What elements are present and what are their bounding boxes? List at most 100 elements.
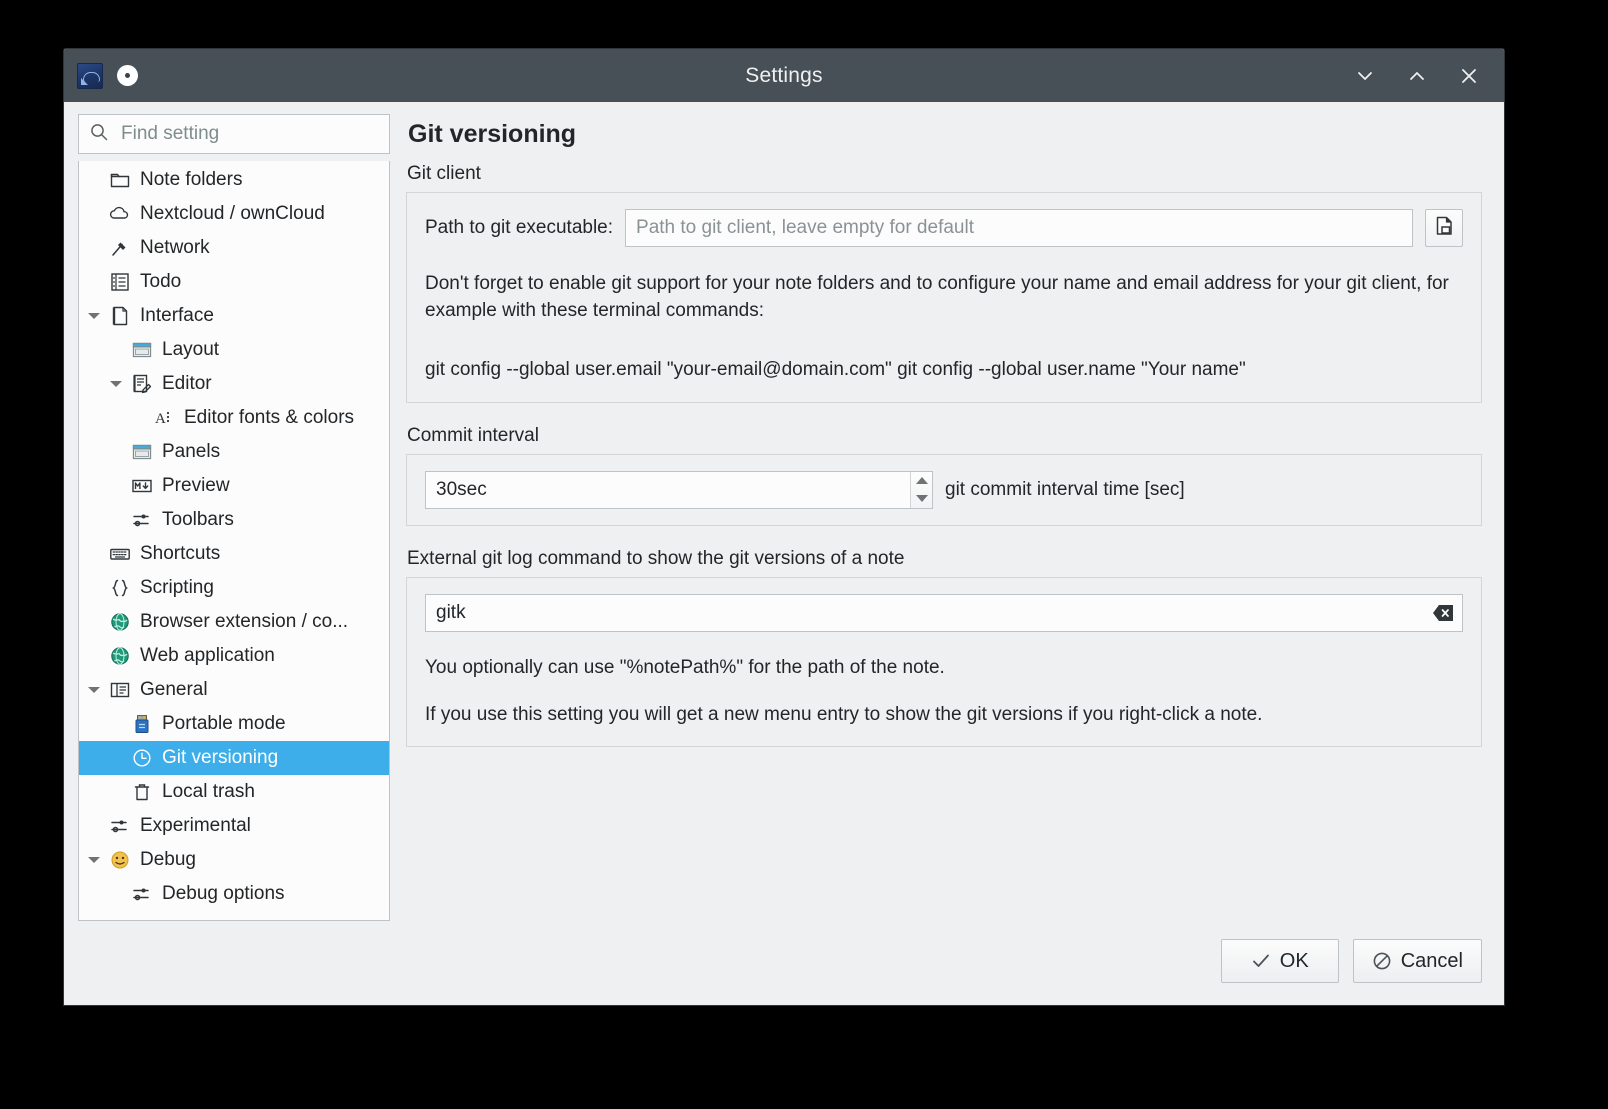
sidebar-item-layout[interactable]: Layout — [79, 333, 389, 367]
clock-icon — [127, 747, 157, 769]
git-log-command-group: External git log command to show the git… — [406, 548, 1482, 747]
git-client-group: Git client Path to git executable: — [406, 163, 1482, 403]
sidebar-item-debug-options[interactable]: Debug options — [79, 877, 389, 911]
git-client-frame: Path to git executable: — [406, 192, 1482, 403]
sidebar-item-label: Editor fonts & colors — [179, 407, 354, 429]
general-panel-icon — [105, 679, 135, 701]
git-log-help-line-2: If you use this setting you will get a n… — [425, 704, 1463, 726]
chevron-down-icon[interactable] — [83, 313, 105, 319]
page-icon — [105, 305, 135, 327]
sidebar-item-label: Portable mode — [157, 713, 286, 735]
close-button[interactable] — [1452, 59, 1486, 93]
search-field-container[interactable] — [78, 114, 390, 154]
check-icon — [1251, 951, 1271, 971]
app-logo-icon — [77, 63, 103, 89]
sidebar-item-label: Interface — [135, 305, 214, 327]
window-icon — [127, 339, 157, 361]
commit-interval-group-title: Commit interval — [407, 425, 1482, 447]
sidebar-item-label: Scripting — [135, 577, 214, 599]
sidebar-item-label: Debug — [135, 849, 196, 871]
globe-icon — [105, 611, 135, 633]
font-a-icon: A — [149, 407, 179, 429]
sidebar-item-panels[interactable]: Panels — [79, 435, 389, 469]
sidebar-item-note-folders[interactable]: Note folders — [79, 163, 389, 197]
sidebar-item-label: Toolbars — [157, 509, 234, 531]
clear-text-icon[interactable] — [1432, 604, 1454, 622]
sidebar-item-editor[interactable]: Editor — [79, 367, 389, 401]
titlebar-left-icons — [64, 63, 138, 89]
cancel-button[interactable]: Cancel — [1353, 939, 1482, 983]
git-log-help-line-1: You optionally can use "%notePath%" for … — [425, 657, 1463, 679]
sidebar-item-local-trash[interactable]: Local trash — [79, 775, 389, 809]
settings-main-pane: Git versioning Git client Path to git ex… — [406, 114, 1490, 921]
sidebar-item-portable-mode[interactable]: Portable mode — [79, 707, 389, 741]
sidebar-item-browser-extension-co[interactable]: Browser extension / co... — [79, 605, 389, 639]
sidebar-item-label: Shortcuts — [135, 543, 220, 565]
git-path-input[interactable] — [625, 209, 1413, 247]
sidebar-item-label: Git versioning — [157, 747, 278, 769]
window-controls — [1348, 59, 1504, 93]
sliders-icon — [127, 883, 157, 905]
ok-button[interactable]: OK — [1221, 939, 1339, 983]
cloud-icon — [105, 203, 135, 225]
sidebar-item-web-application[interactable]: Web application — [79, 639, 389, 673]
chevron-down-icon[interactable] — [105, 381, 127, 387]
sidebar-item-git-versioning[interactable]: Git versioning — [79, 741, 389, 775]
braces-icon — [105, 577, 135, 599]
git-client-group-title: Git client — [407, 163, 1482, 185]
spinbox-down-button[interactable] — [911, 490, 932, 508]
maximize-button[interactable] — [1400, 59, 1434, 93]
commit-interval-frame: git commit interval time [sec] — [406, 454, 1482, 526]
sidebar-item-label: Web application — [135, 645, 275, 667]
sidebar-item-toolbars[interactable]: Toolbars — [79, 503, 389, 537]
spinbox-up-button[interactable] — [911, 472, 932, 490]
sidebar-item-label: Preview — [157, 475, 230, 497]
sidebar-item-interface[interactable]: Interface — [79, 299, 389, 333]
chevron-down-icon[interactable] — [83, 687, 105, 693]
file-open-icon-button[interactable] — [1425, 209, 1463, 247]
sidebar-item-label: Layout — [157, 339, 219, 361]
sidebar-item-todo[interactable]: Todo — [79, 265, 389, 299]
cancel-button-label: Cancel — [1401, 950, 1463, 973]
settings-tree[interactable]: Note foldersNextcloud / ownCloud Network T… — [78, 161, 390, 921]
todo-list-icon — [105, 271, 135, 293]
sidebar-item-label: Browser extension / co... — [135, 611, 348, 633]
folder-icon — [105, 169, 135, 191]
git-client-hint-text: Don't forget to enable git support for y… — [425, 271, 1463, 325]
commit-interval-input[interactable] — [426, 472, 910, 508]
sidebar-item-general[interactable]: General — [79, 673, 389, 707]
sidebar-item-nextcloud-owncloud[interactable]: Nextcloud / ownCloud — [79, 197, 389, 231]
commit-interval-group: Commit interval git commit interval time… — [406, 425, 1482, 526]
git-log-frame: You optionally can use "%notePath%" for … — [406, 577, 1482, 747]
settings-sidebar: Note foldersNextcloud / ownCloud Network T… — [78, 114, 390, 921]
dialog-footer: OK Cancel — [64, 921, 1504, 1005]
sidebar-item-experimental[interactable]: Experimental — [79, 809, 389, 843]
svg-text:A: A — [155, 411, 166, 427]
ok-button-label: OK — [1280, 950, 1309, 973]
sidebar-item-shortcuts[interactable]: Shortcuts — [79, 537, 389, 571]
search-input[interactable] — [119, 122, 379, 146]
git-log-input-wrap — [425, 594, 1463, 632]
minimize-button[interactable] — [1348, 59, 1382, 93]
git-config-command-text: git config --global user.email "your-ema… — [425, 357, 1463, 384]
window-icon — [127, 441, 157, 463]
sliders-icon — [127, 509, 157, 531]
sidebar-item-network[interactable]: Network — [79, 231, 389, 265]
git-path-label: Path to git executable: — [425, 217, 613, 239]
globe-icon — [105, 645, 135, 667]
page-title: Git versioning — [408, 120, 1482, 149]
sidebar-item-label: Panels — [157, 441, 220, 463]
commit-interval-suffix-label: git commit interval time [sec] — [945, 479, 1185, 501]
sidebar-item-preview[interactable]: Preview — [79, 469, 389, 503]
sidebar-item-debug[interactable]: Debug — [79, 843, 389, 877]
sidebar-item-label: Debug options — [157, 883, 285, 905]
commit-interval-spinbox[interactable] — [425, 471, 933, 509]
file-open-icon — [1433, 215, 1455, 242]
chevron-down-icon[interactable] — [83, 857, 105, 863]
sidebar-item-label: Network — [135, 237, 210, 259]
git-log-command-input[interactable] — [425, 594, 1463, 632]
usb-stick-icon — [127, 713, 157, 735]
sidebar-item-editor-fonts-colors[interactable]: A Editor fonts & colors — [79, 401, 389, 435]
sidebar-item-scripting[interactable]: Scripting — [79, 571, 389, 605]
network-plug-icon — [105, 237, 135, 259]
